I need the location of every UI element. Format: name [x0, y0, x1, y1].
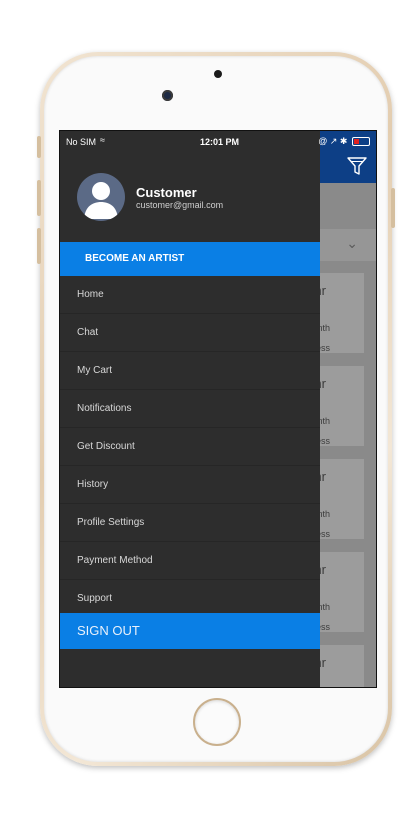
menu-item-history[interactable]: History	[60, 466, 320, 504]
sign-out-button[interactable]: SIGN OUT	[60, 613, 320, 649]
clock-label: 12:01 PM	[200, 137, 240, 147]
user-email: customer@gmail.com	[136, 200, 224, 210]
user-name: Customer	[136, 185, 197, 200]
user-avatar-icon[interactable]	[77, 173, 125, 221]
menu-item-home[interactable]: Home	[60, 276, 320, 314]
status-bar: No SIM ≈ 12:01 PM @ ↗ ✱	[60, 131, 376, 153]
home-button[interactable]	[193, 698, 241, 746]
menu-item-payment-method[interactable]: Payment Method	[60, 542, 320, 580]
status-icons: @ ↗ ✱	[318, 136, 370, 147]
wifi-icon: ≈	[100, 135, 105, 145]
mute-switch	[37, 136, 41, 158]
profile-header[interactable]: Customer customer@gmail.com	[60, 153, 320, 241]
carrier-label: No SIM	[66, 137, 97, 147]
volume-up-button	[37, 180, 41, 216]
chevron-down-icon: ⌄	[346, 235, 358, 251]
front-camera	[162, 90, 173, 101]
menu-item-profile-settings[interactable]: Profile Settings	[60, 504, 320, 542]
filter-icon[interactable]	[346, 155, 368, 177]
battery-icon	[352, 137, 370, 147]
phone-screen: ⌄ 9/hr onth cess 2/hr onth cess 5/hr ont…	[59, 130, 377, 688]
become-artist-button[interactable]: BECOME AN ARTIST	[60, 242, 320, 276]
power-button	[391, 188, 395, 228]
drawer-menu: Home Chat My Cart Notifications Get Disc…	[60, 276, 320, 618]
navigation-drawer: Customer customer@gmail.com BECOME AN AR…	[60, 131, 320, 687]
earpiece-speaker	[214, 70, 222, 78]
menu-item-my-cart[interactable]: My Cart	[60, 352, 320, 390]
menu-item-get-discount[interactable]: Get Discount	[60, 428, 320, 466]
menu-item-notifications[interactable]: Notifications	[60, 390, 320, 428]
person-icon	[84, 182, 118, 219]
volume-down-button	[37, 228, 41, 264]
menu-item-chat[interactable]: Chat	[60, 314, 320, 352]
status-indicators: @ ↗ ✱	[318, 136, 348, 146]
